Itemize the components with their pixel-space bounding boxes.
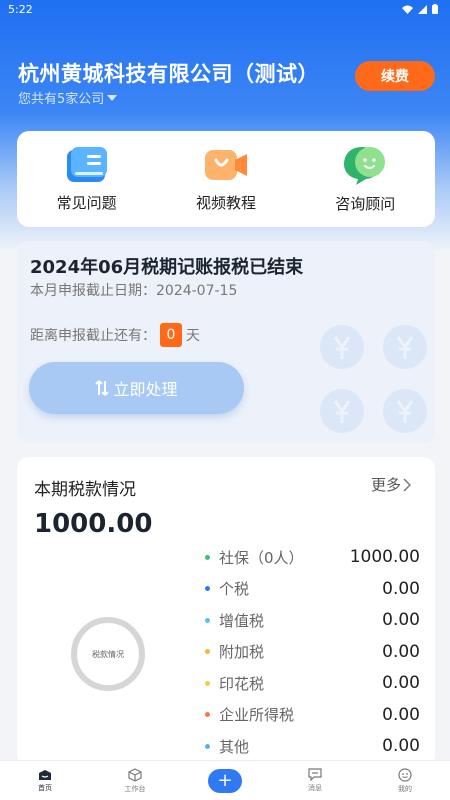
- payments-more-link[interactable]: 更多: [371, 474, 412, 495]
- payment-item-row: 附加税 0.00: [205, 641, 420, 663]
- home-icon: [39, 769, 51, 780]
- payment-item-value: 0.00: [382, 610, 420, 630]
- tab-workbench[interactable]: 工作台: [100, 767, 170, 794]
- payment-item-row: 其他 0.00: [205, 735, 420, 757]
- quick-link-faq[interactable]: 常见问题: [32, 146, 142, 213]
- quick-link-label: 咨询顾问: [335, 194, 396, 213]
- payment-item-value: 0.00: [382, 641, 420, 662]
- quick-link-video[interactable]: 视频教程: [171, 146, 281, 213]
- tab-messages[interactable]: 消息: [280, 768, 350, 793]
- legend-dot-icon: [205, 617, 210, 623]
- remain-days-badge: 0: [160, 323, 182, 347]
- tab-home[interactable]: 首页: [10, 769, 80, 793]
- tab-label: 消息: [308, 784, 322, 792]
- legend-dot-icon: [205, 649, 210, 654]
- payment-item-name: 印花税: [219, 674, 265, 693]
- legend-dot-icon: [205, 712, 210, 717]
- legend-dot-icon: [205, 586, 210, 591]
- tax-status-card: 2024年06月税期记账报税已结束 本月申报截止日期：2024-07-15 距离…: [17, 241, 435, 443]
- tab-label: 我的: [398, 784, 412, 793]
- yuan-pattern-decoration: [320, 325, 427, 433]
- more-label: 更多: [371, 476, 402, 494]
- payment-item-row: 社保（0人） 1000.00: [205, 546, 420, 568]
- quick-links-card: 常见问题 视频教程 咨询顾问: [17, 131, 435, 227]
- payment-item-row: 增值税 0.00: [205, 609, 420, 631]
- legend-dot-icon: [205, 680, 210, 686]
- battery-icon: [432, 4, 438, 14]
- company-count: 您共有5家公司: [18, 92, 105, 107]
- payment-item-row: 个税 0.00: [205, 578, 420, 600]
- renew-button[interactable]: 续费: [355, 61, 435, 91]
- payment-item-value: 1000.00: [349, 547, 420, 567]
- wifi-icon: [402, 5, 413, 14]
- tax-deadline: 本月申报截止日期：2024-07-15: [30, 283, 238, 299]
- tax-period-title: 2024年06月税期记账报税已结束: [30, 257, 304, 278]
- payment-item-row: 企业所得税 0.00: [205, 704, 420, 726]
- payment-item-value: 0.00: [382, 578, 420, 599]
- signal-icon: [418, 4, 427, 14]
- swap-arrows-icon: [95, 380, 110, 396]
- payment-item-name: 附加税: [219, 643, 265, 661]
- tax-remaining: 距离申报截止还有： 0 天: [30, 323, 200, 347]
- payment-item-value: 0.00: [382, 736, 420, 756]
- chat-advisor-icon: [344, 146, 386, 185]
- tab-add[interactable]: +: [190, 768, 260, 793]
- quick-link-label: 常见问题: [56, 193, 117, 212]
- payment-item-row: 印花税 0.00: [205, 672, 420, 694]
- caret-down-icon: [107, 94, 118, 101]
- remain-prefix: 距离申报截止还有：: [30, 328, 156, 344]
- payment-item-value: 0.00: [382, 673, 420, 693]
- chevron-right-icon: [403, 477, 412, 492]
- company-switcher[interactable]: 您共有5家公司: [18, 88, 118, 107]
- tab-label: 工作台: [124, 784, 146, 793]
- message-icon: [308, 768, 322, 781]
- tab-label: 首页: [38, 783, 52, 792]
- payment-item-name: 个税: [219, 580, 250, 598]
- payments-title: 本期税款情况: [34, 480, 136, 500]
- process-now-button[interactable]: 立即处理: [29, 362, 244, 414]
- payment-item-name: 增值税: [219, 611, 265, 630]
- payment-item-value: 0.00: [382, 704, 420, 725]
- company-name[interactable]: 杭州黄城科技有限公司（测试）: [18, 58, 319, 88]
- quick-link-label: 视频教程: [195, 193, 256, 212]
- legend-dot-icon: [205, 743, 210, 749]
- bottom-tab-bar: 首页 工作台 + 消息 我的: [0, 760, 450, 800]
- video-camera-icon: [204, 149, 247, 180]
- cube-icon: [128, 767, 142, 782]
- smiley-user-icon: [398, 767, 412, 782]
- payment-item-name: 社保（0人）: [219, 548, 304, 567]
- status-time: 5:22: [8, 2, 33, 16]
- tab-mine[interactable]: 我的: [370, 767, 440, 794]
- payments-total: 1000.00: [34, 509, 153, 539]
- add-button[interactable]: +: [208, 768, 242, 793]
- payment-item-name: 企业所得税: [219, 706, 295, 724]
- status-bar: 5:22: [0, 0, 450, 18]
- payment-item-name: 其他: [219, 737, 250, 756]
- book-icon: [66, 146, 107, 182]
- remain-suffix: 天: [186, 328, 200, 344]
- process-now-label: 立即处理: [113, 380, 178, 399]
- donut-center-label: 税款情况: [92, 649, 124, 659]
- tax-payments-card: 本期税款情况 更多 1000.00 税款情况 社保（0人） 1000.00 个税 0.…: [17, 457, 435, 767]
- legend-dot-icon: [205, 554, 210, 560]
- quick-link-advisor[interactable]: 咨询顾问: [310, 145, 420, 214]
